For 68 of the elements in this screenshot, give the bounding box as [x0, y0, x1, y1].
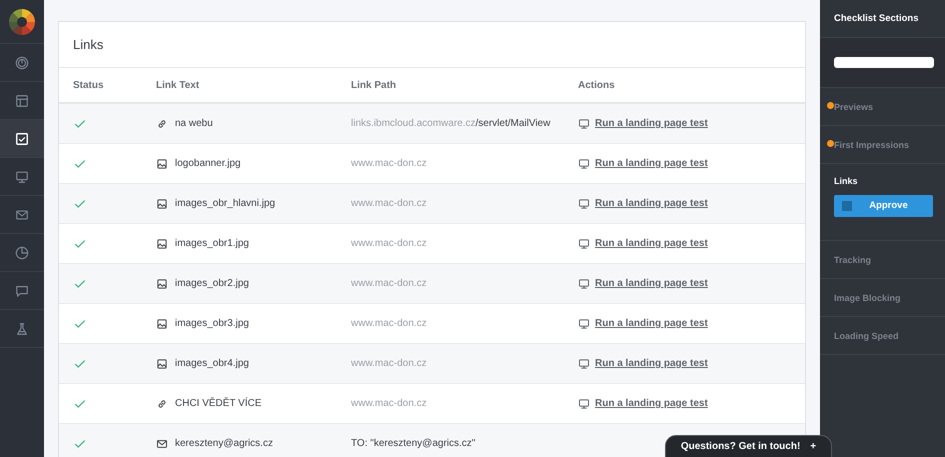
link-text: logobanner.jpg — [175, 158, 241, 169]
landing-test-link[interactable]: Run a landing page test — [595, 118, 708, 129]
link-path: www.mac-don.cz — [351, 318, 427, 329]
approve-button[interactable]: Approve — [834, 194, 933, 216]
card-title: Links — [73, 37, 104, 52]
link-path: www.mac-don.cz — [351, 238, 427, 249]
image-icon — [156, 238, 168, 250]
link-icon — [156, 118, 168, 130]
mail-icon — [156, 438, 168, 450]
image-icon — [156, 318, 168, 330]
color-wheel-logo[interactable] — [9, 8, 35, 34]
landing-test-link[interactable]: Run a landing page test — [595, 358, 708, 369]
link-text: images_obr4.jpg — [175, 358, 249, 369]
clock-icon — [15, 246, 29, 260]
flask-icon — [15, 322, 29, 336]
link-text: na webu — [175, 118, 213, 129]
monitor-icon — [15, 170, 29, 184]
section-item[interactable]: Links Approve — [820, 164, 945, 241]
monitor-icon — [578, 398, 590, 410]
link-path: www.mac-don.cz — [351, 278, 427, 289]
chat-button[interactable]: Questions? Get in touch! + — [665, 435, 832, 457]
section-item[interactable]: First Impressions — [820, 126, 945, 164]
image-icon — [156, 278, 168, 290]
monitor-icon — [578, 318, 590, 330]
chat-icon — [15, 284, 29, 298]
link-path: www.mac-don.cz — [351, 398, 427, 409]
link-path: links.ibmcloud.acomware.cz/servlet/MailView — [351, 118, 550, 129]
link-text: images_obr_hlavni.jpg — [175, 198, 276, 209]
checkbox-icon — [15, 132, 29, 146]
image-icon — [156, 358, 168, 370]
column-header: Link Text — [156, 80, 200, 90]
monitor-icon — [578, 158, 590, 170]
link-path: TO: "kereszteny@agrics.cz" — [351, 438, 476, 449]
sidebar-field[interactable] — [834, 57, 934, 68]
link-icon — [156, 398, 168, 410]
landing-test-link[interactable]: Run a landing page test — [595, 318, 708, 329]
section-item[interactable]: Tracking — [820, 241, 945, 279]
link-text: kereszteny@agrics.cz — [175, 438, 273, 449]
column-header: Actions — [578, 80, 615, 90]
mail-icon — [15, 208, 29, 222]
link-text: images_obr2.jpg — [175, 278, 249, 289]
landing-test-link[interactable]: Run a landing page test — [595, 158, 708, 169]
link-path: www.mac-don.cz — [351, 158, 427, 169]
section-item[interactable]: Loading Speed — [820, 317, 945, 355]
monitor-icon — [578, 238, 590, 250]
link-path: www.mac-don.cz — [351, 198, 427, 209]
gauge-icon — [15, 56, 29, 70]
layout-icon — [15, 94, 29, 108]
landing-test-link[interactable]: Run a landing page test — [595, 398, 708, 409]
sidebar-title: Checklist Sections — [834, 13, 918, 24]
monitor-icon — [578, 278, 590, 290]
section-item[interactable]: Previews — [820, 88, 945, 126]
nav-item[interactable] — [0, 120, 44, 158]
section-item[interactable]: Image Blocking — [820, 279, 945, 317]
column-header: Link Path — [351, 80, 396, 90]
image-icon — [156, 198, 168, 210]
landing-test-link[interactable]: Run a landing page test — [595, 278, 708, 289]
image-icon — [156, 158, 168, 170]
monitor-icon — [578, 118, 590, 130]
column-header: Status — [73, 80, 104, 90]
link-text: CHCI VĚDĚT VÍCE — [175, 398, 262, 409]
monitor-icon — [578, 198, 590, 210]
monitor-icon — [578, 358, 590, 370]
link-path: www.mac-don.cz — [351, 358, 427, 369]
landing-test-link[interactable]: Run a landing page test — [595, 198, 708, 209]
link-text: images_obr3.jpg — [175, 318, 249, 329]
landing-test-link[interactable]: Run a landing page test — [595, 238, 708, 249]
link-text: images_obr1.jpg — [175, 238, 249, 249]
